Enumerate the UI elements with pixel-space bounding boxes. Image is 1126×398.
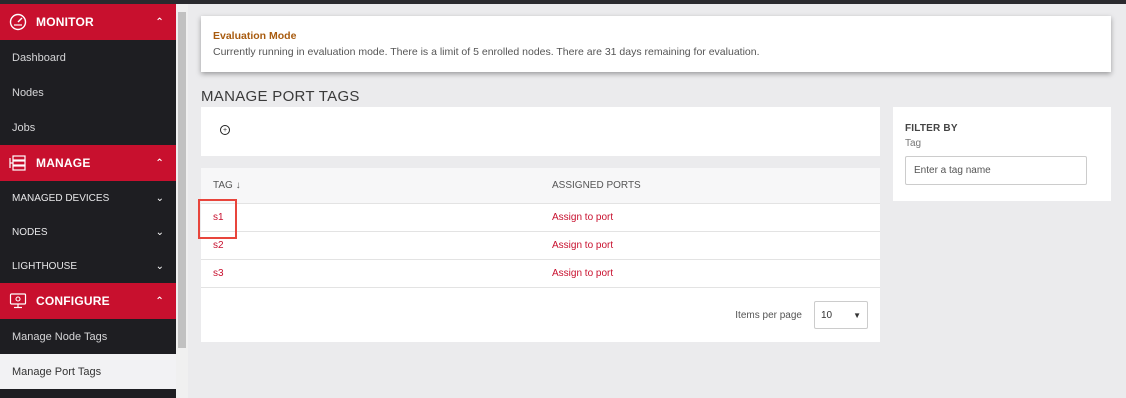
monitor-gear-icon xyxy=(8,291,28,311)
filter-panel: FILTER BY Tag xyxy=(893,107,1111,201)
add-tag-icon[interactable]: + xyxy=(220,125,230,135)
tag-link[interactable]: s3 xyxy=(213,268,224,279)
sidebar-scrollbar[interactable] xyxy=(176,4,188,398)
sidebar-section-monitor[interactable]: MONITOR ⌃ xyxy=(0,4,176,40)
sidebar-group-label: LIGHTHOUSE xyxy=(12,260,78,272)
filter-title: FILTER BY xyxy=(905,123,958,134)
items-per-page-select[interactable]: 10 ▼ xyxy=(814,301,868,329)
scrollbar-thumb[interactable] xyxy=(178,12,186,348)
sidebar-group-managed-devices[interactable]: MANAGED DEVICES ⌄ xyxy=(0,181,176,215)
sidebar-group-label: MANAGED DEVICES xyxy=(12,192,110,204)
chevron-down-icon: ⌄ xyxy=(155,226,164,238)
sidebar-group-lighthouse[interactable]: LIGHTHOUSE ⌄ xyxy=(0,249,176,283)
sidebar-item-jobs[interactable]: Jobs xyxy=(0,110,176,145)
sidebar-section-label: CONFIGURE xyxy=(36,294,110,308)
chevron-up-icon: ⌃ xyxy=(155,295,164,307)
sidebar-group-label: NODES xyxy=(12,226,48,238)
assign-to-port-link[interactable]: Assign to port xyxy=(552,268,613,279)
assign-to-port-link[interactable]: Assign to port xyxy=(552,212,613,223)
filter-label: Tag xyxy=(905,138,922,149)
sidebar-item-nodes[interactable]: Nodes xyxy=(0,75,176,110)
toolbar-card: + xyxy=(201,107,880,156)
page-title: MANAGE PORT TAGS xyxy=(201,88,360,105)
sidebar: MONITOR ⌃ Dashboard Nodes Jobs MANAGE ⌃ … xyxy=(0,4,176,398)
table-row: s3 Assign to port xyxy=(201,260,880,288)
evaluation-banner: Evaluation Mode Currently running in eva… xyxy=(201,16,1111,72)
sidebar-section-configure[interactable]: CONFIGURE ⌃ xyxy=(0,283,176,319)
sidebar-item-dashboard[interactable]: Dashboard xyxy=(0,40,176,75)
assign-to-port-link[interactable]: Assign to port xyxy=(552,240,613,251)
sidebar-section-manage[interactable]: MANAGE ⌃ xyxy=(0,145,176,181)
column-header-tag[interactable]: TAG ↓ xyxy=(201,180,552,191)
sidebar-item-manage-port-tags[interactable]: Manage Port Tags xyxy=(0,354,176,389)
items-per-page-value: 10 xyxy=(821,309,833,321)
sidebar-item-manage-node-tags[interactable]: Manage Node Tags xyxy=(0,319,176,354)
table-header: TAG ↓ ASSIGNED PORTS xyxy=(201,168,880,204)
caret-down-icon: ▼ xyxy=(853,310,861,320)
highlight-box xyxy=(198,199,237,239)
items-per-page-label: Items per page xyxy=(735,309,802,321)
tag-link[interactable]: s2 xyxy=(213,240,224,251)
chevron-down-icon: ⌄ xyxy=(155,192,164,204)
banner-title: Evaluation Mode xyxy=(213,30,297,42)
table-row: s2 Assign to port xyxy=(201,232,880,260)
sidebar-section-label: MANAGE xyxy=(36,156,91,170)
pagination: Items per page 10 ▼ xyxy=(735,301,868,329)
table-row: s1 Assign to port xyxy=(201,204,880,232)
tag-filter-input[interactable] xyxy=(905,156,1087,185)
chevron-up-icon: ⌃ xyxy=(155,16,164,28)
gauge-icon xyxy=(8,12,28,32)
chevron-up-icon: ⌃ xyxy=(155,157,164,169)
chevron-down-icon: ⌄ xyxy=(155,260,164,272)
tags-table: TAG ↓ ASSIGNED PORTS s1 Assign to port s… xyxy=(201,168,880,342)
banner-text: Currently running in evaluation mode. Th… xyxy=(213,46,760,58)
server-stack-icon xyxy=(8,153,28,173)
column-header-assigned-ports: ASSIGNED PORTS xyxy=(552,180,641,191)
sidebar-group-nodes[interactable]: NODES ⌄ xyxy=(0,215,176,249)
sidebar-section-label: MONITOR xyxy=(36,15,94,29)
